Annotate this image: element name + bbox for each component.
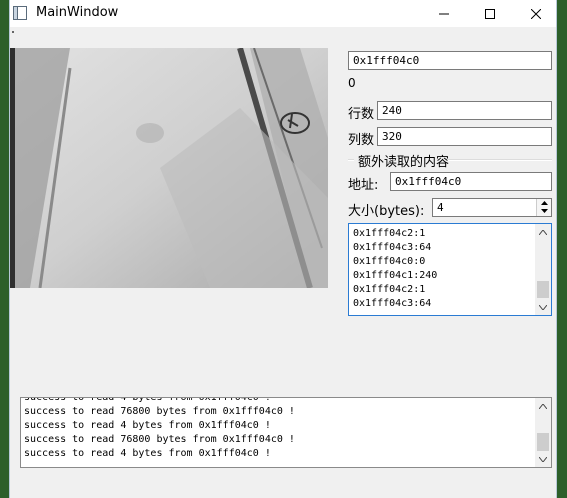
address-field[interactable]: 0x1fff04c0 [390, 172, 552, 191]
maximize-button[interactable] [467, 0, 513, 27]
output-scroll-thumb[interactable] [537, 281, 549, 298]
app-window-icon [13, 6, 27, 20]
output-line: 0x1fff04c0:0 [353, 256, 426, 267]
rows-field[interactable]: 240 [377, 101, 552, 120]
extra-read-group-title: 额外读取的内容 [358, 155, 450, 170]
scroll-up-icon[interactable] [535, 224, 551, 240]
log-line: success to read 76800 bytes from 0x1fff0… [24, 434, 295, 445]
scroll-down-icon[interactable] [535, 451, 551, 467]
camera-frame-graphic [10, 48, 328, 288]
log-scroll-thumb[interactable] [537, 433, 549, 451]
scroll-up-icon[interactable] [535, 398, 551, 414]
top-value-field[interactable]: 0x1fff04c0 [348, 51, 552, 70]
log-line: success to read 4 bytes from 0x1fff04c0 … [24, 448, 271, 459]
maximize-icon [485, 8, 495, 19]
group-divider-left [348, 159, 354, 161]
address-label: 地址: [348, 178, 379, 193]
log-line: success to read 4 bytes from 0x1fff04c0 … [24, 397, 271, 403]
size-spinbox[interactable]: 4 [432, 198, 552, 217]
camera-image [10, 48, 328, 288]
size-value: 4 [437, 201, 444, 214]
status-value: 0 [348, 76, 356, 90]
cols-field[interactable]: 320 [377, 127, 552, 146]
log-scrollbar[interactable] [535, 398, 551, 467]
log-line: success to read 76800 bytes from 0x1fff0… [24, 406, 295, 417]
output-scrollbar[interactable] [535, 224, 551, 315]
close-button[interactable] [513, 0, 559, 27]
output-line: 0x1fff04c2:1 [353, 228, 426, 239]
size-label: 大小(bytes): [348, 204, 425, 219]
group-divider-right [448, 159, 552, 161]
title-bar[interactable]: MainWindow [10, 0, 556, 27]
log-line: success to read 4 bytes from 0x1fff04c0 … [24, 420, 271, 431]
output-line: 0x1fff04c3:64 [353, 242, 432, 253]
minimize-button[interactable] [421, 0, 467, 27]
output-line: 0x1fff04c1:240 [353, 270, 438, 281]
close-icon [531, 8, 541, 19]
minimize-icon [439, 13, 449, 14]
output-line: 0x1fff04c3:64 [353, 298, 432, 309]
menu-bar [10, 27, 556, 37]
extra-read-output[interactable]: 0x1fff04c2:1 0x1fff04c3:64 0x1fff04c0:0 … [348, 223, 552, 316]
spin-up-icon[interactable] [537, 199, 551, 207]
rows-label: 行数 [348, 107, 375, 122]
size-spin-buttons[interactable] [536, 199, 551, 216]
spin-down-icon[interactable] [537, 207, 551, 215]
log-output[interactable]: success to read 4 bytes from 0x1fff04c0 … [20, 397, 552, 468]
output-line: 0x1fff04c2:1 [353, 284, 426, 295]
main-window: MainWindow 0x1fff04c0 0 行数 240 列数 320 额外… [9, 0, 557, 498]
cols-label: 列数 [348, 133, 375, 148]
window-title: MainWindow [36, 5, 119, 20]
scroll-down-icon[interactable] [535, 299, 551, 315]
